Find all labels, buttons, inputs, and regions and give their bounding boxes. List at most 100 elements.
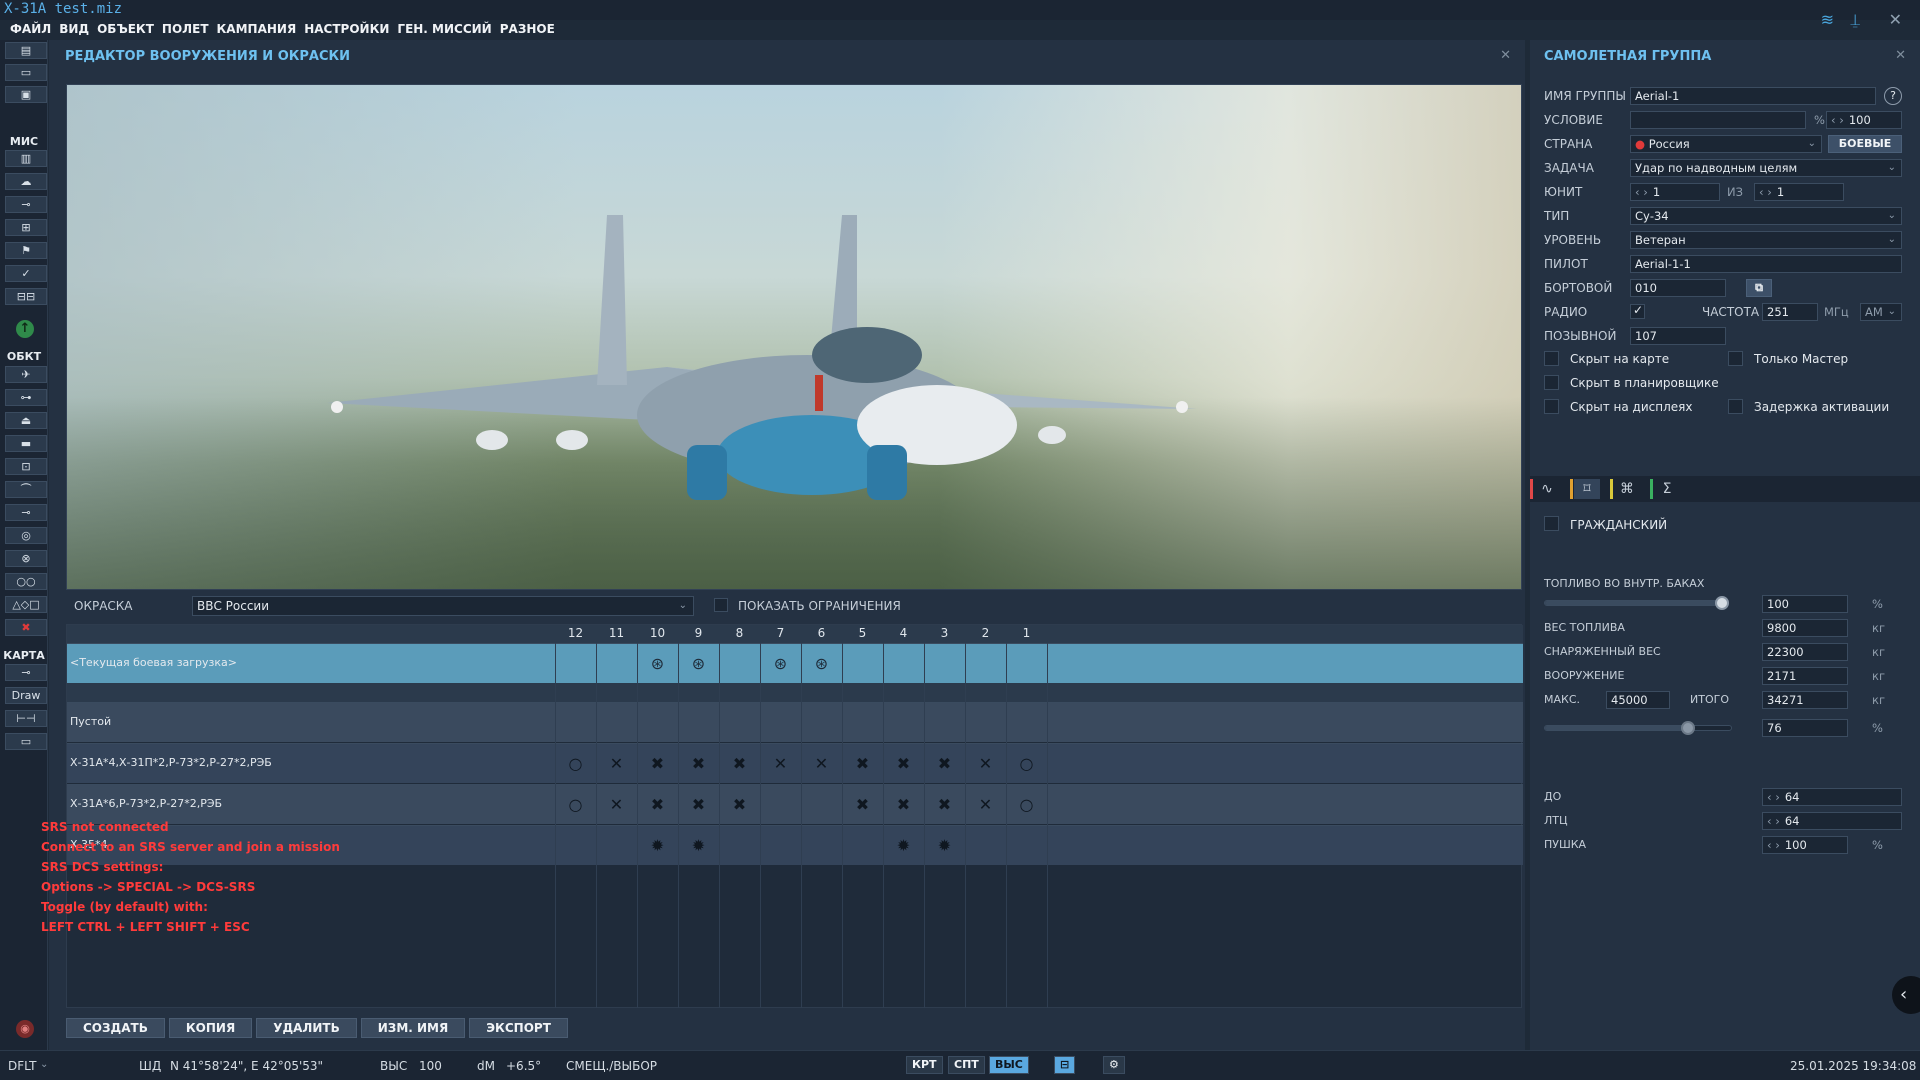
- station-weapon-icon[interactable]: ✖: [719, 744, 760, 784]
- station-weapon-icon[interactable]: ✹: [883, 826, 924, 866]
- station-weapon-icon[interactable]: [596, 644, 637, 684]
- station-weapon-icon[interactable]: ⊛: [637, 644, 678, 684]
- station-weapon-icon[interactable]: [1006, 644, 1047, 684]
- close-icon[interactable]: ✕: [1889, 10, 1902, 29]
- fuel-slider[interactable]: [1544, 596, 1729, 610]
- livery-select[interactable]: ВВС России ⌄: [192, 596, 694, 616]
- check-icon[interactable]: ✓: [5, 265, 47, 282]
- station-weapon-icon[interactable]: [842, 703, 883, 743]
- station-weapon-icon[interactable]: ✖: [924, 744, 965, 784]
- open-folder-icon[interactable]: ▭: [5, 64, 47, 81]
- station-weapon-icon[interactable]: [555, 826, 596, 866]
- station-weapon-icon[interactable]: ✖: [883, 744, 924, 784]
- station-weapon-icon[interactable]: ✹: [924, 826, 965, 866]
- board-number-input[interactable]: 010: [1630, 279, 1726, 297]
- triggers-icon[interactable]: ⊸: [5, 196, 47, 213]
- menu-misc[interactable]: РАЗНОЕ: [500, 19, 555, 39]
- station-weapon-icon[interactable]: ✕: [965, 785, 1006, 825]
- station-weapon-icon[interactable]: ✕: [965, 744, 1006, 784]
- fuel-weight-input[interactable]: 9800: [1762, 619, 1848, 637]
- station-weapon-icon[interactable]: ✖: [883, 785, 924, 825]
- shapes-icon[interactable]: △◇□: [5, 596, 47, 613]
- condition-percent-stepper[interactable]: 100: [1826, 111, 1902, 129]
- ship-icon[interactable]: ⏏: [5, 412, 47, 429]
- station-weapon-icon[interactable]: [1006, 826, 1047, 866]
- load-slider[interactable]: [1544, 721, 1732, 735]
- master-only-checkbox[interactable]: [1728, 351, 1743, 366]
- ruler-icon[interactable]: ⊢⊣: [5, 710, 47, 727]
- station-weapon-icon[interactable]: [719, 703, 760, 743]
- station-weapon-icon[interactable]: [801, 703, 842, 743]
- station-weapon-icon[interactable]: ○: [1006, 785, 1047, 825]
- key-icon[interactable]: ⊸: [5, 664, 47, 681]
- station-weapon-icon[interactable]: ✖: [719, 785, 760, 825]
- gun-stepper[interactable]: 100: [1762, 836, 1848, 854]
- krt-toggle[interactable]: КРТ: [906, 1056, 943, 1074]
- station-weapon-icon[interactable]: ⊛: [678, 644, 719, 684]
- station-weapon-icon[interactable]: ○: [555, 744, 596, 784]
- helicopter-icon[interactable]: ⊶: [5, 389, 47, 406]
- menu-campaign[interactable]: КАМПАНИЯ: [217, 19, 297, 39]
- hidden-display-checkbox[interactable]: [1544, 399, 1559, 414]
- loadout-row[interactable]: Пустой: [67, 702, 1523, 742]
- rename-button[interactable]: ИЗМ. ИМЯ: [360, 1018, 466, 1038]
- unit-stepper[interactable]: 1: [1630, 183, 1720, 201]
- multi-zone-icon[interactable]: ○○: [5, 573, 47, 590]
- create-button[interactable]: СОЗДАТЬ: [66, 1018, 165, 1038]
- hidden-map-checkbox[interactable]: [1544, 351, 1559, 366]
- callsign-input[interactable]: 107: [1630, 327, 1726, 345]
- station-weapon-icon[interactable]: [965, 644, 1006, 684]
- target-icon[interactable]: ◎: [5, 527, 47, 544]
- station-weapon-icon[interactable]: [883, 644, 924, 684]
- late-activation-checkbox[interactable]: [1728, 399, 1743, 414]
- station-weapon-icon[interactable]: [965, 703, 1006, 743]
- station-weapon-icon[interactable]: ✖: [637, 785, 678, 825]
- station-weapon-icon[interactable]: [801, 785, 842, 825]
- station-weapon-icon[interactable]: ✖: [924, 785, 965, 825]
- skill-select[interactable]: Ветеран ⌄: [1630, 231, 1902, 249]
- resource-icon[interactable]: ⊟⊟: [5, 288, 47, 305]
- station-weapon-icon[interactable]: [760, 703, 801, 743]
- station-weapon-icon[interactable]: [1006, 703, 1047, 743]
- station-weapon-icon[interactable]: [719, 826, 760, 866]
- spt-toggle[interactable]: СПТ: [948, 1056, 985, 1074]
- load-slider-knob[interactable]: [1680, 721, 1695, 735]
- station-weapon-icon[interactable]: [555, 703, 596, 743]
- briefing-icon[interactable]: ▥: [5, 150, 47, 167]
- station-weapon-icon[interactable]: [760, 785, 801, 825]
- station-weapon-icon[interactable]: [596, 826, 637, 866]
- radio-checkbox[interactable]: [1630, 303, 1645, 319]
- station-weapon-icon[interactable]: [637, 703, 678, 743]
- station-weapon-icon[interactable]: ✖: [678, 744, 719, 784]
- fuel-slider-knob[interactable]: [1715, 596, 1729, 610]
- vys-toggle[interactable]: ВЫС: [989, 1056, 1029, 1074]
- draw-button[interactable]: Draw: [5, 687, 47, 704]
- station-weapon-icon[interactable]: [596, 703, 637, 743]
- station-weapon-icon[interactable]: ○: [1006, 744, 1047, 784]
- wifi-icon[interactable]: ≋: [1821, 10, 1834, 29]
- station-weapon-icon[interactable]: ○: [555, 785, 596, 825]
- station-weapon-icon[interactable]: [760, 826, 801, 866]
- fuel-percent-input[interactable]: 100: [1762, 595, 1848, 613]
- station-weapon-icon[interactable]: ✕: [596, 785, 637, 825]
- route-tab-icon[interactable]: ∿: [1534, 479, 1560, 499]
- station-weapon-icon[interactable]: ✕: [760, 744, 801, 784]
- vehicle-icon[interactable]: ▬: [5, 435, 47, 452]
- station-weapon-icon[interactable]: ✖: [637, 744, 678, 784]
- new-file-icon[interactable]: ▤: [5, 42, 47, 59]
- pilot-input[interactable]: Aerial-1-1: [1630, 255, 1902, 273]
- group-name-input[interactable]: Aerial-1: [1630, 87, 1876, 105]
- show-limits-checkbox[interactable]: [714, 598, 728, 612]
- country-select[interactable]: ● Россия ⌄: [1630, 135, 1822, 153]
- station-weapon-icon[interactable]: ✹: [678, 826, 719, 866]
- chevron-left-icon[interactable]: ‹: [1892, 976, 1920, 1014]
- menu-flight[interactable]: ПОЛЕТ: [162, 19, 209, 39]
- station-weapon-icon[interactable]: [555, 644, 596, 684]
- copy-button[interactable]: КОПИЯ: [168, 1018, 253, 1038]
- station-weapon-icon[interactable]: ⊛: [760, 644, 801, 684]
- modulation-select[interactable]: AM ⌄: [1860, 303, 1902, 321]
- copy-icon[interactable]: ⧉: [1746, 279, 1772, 297]
- station-weapon-icon[interactable]: [842, 826, 883, 866]
- of-stepper[interactable]: 1: [1754, 183, 1844, 201]
- station-weapon-icon[interactable]: ✖: [678, 785, 719, 825]
